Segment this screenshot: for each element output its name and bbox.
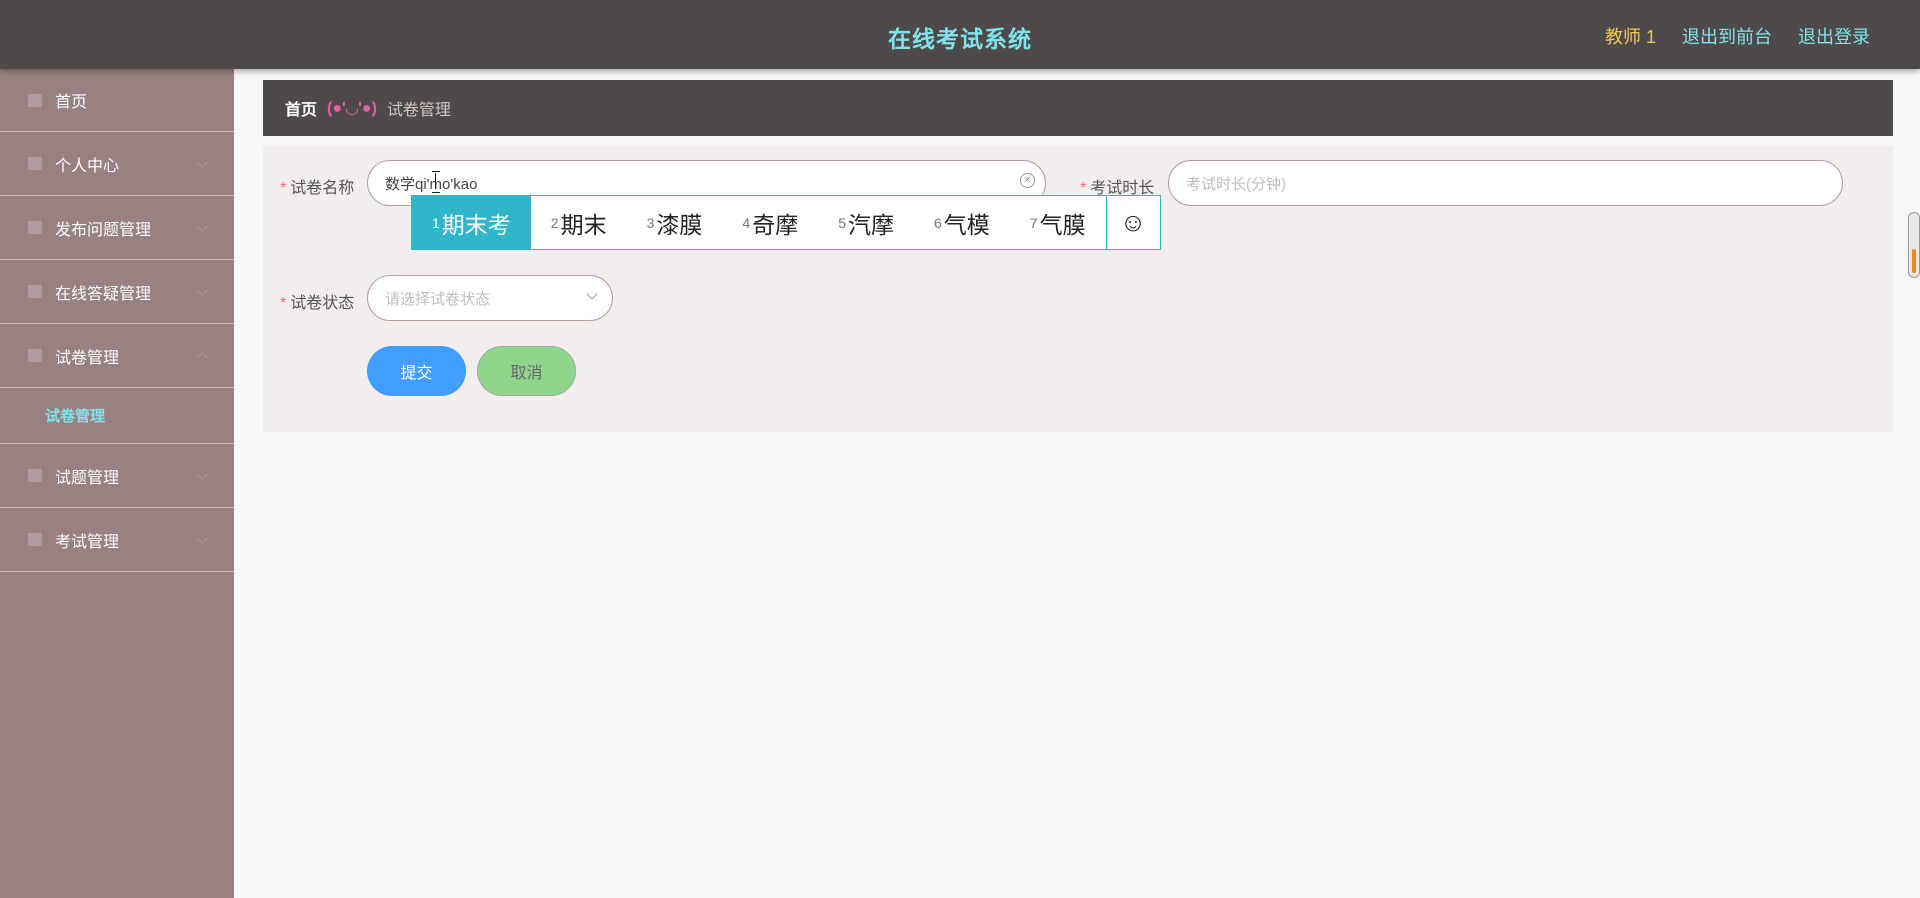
paper-status-label: * 试卷状态 [280, 295, 355, 312]
sidebar-subitem-label[interactable]: 试卷管理 [45, 405, 105, 426]
chevron-down-icon [196, 220, 208, 232]
home-icon [28, 93, 42, 107]
user-icon [28, 157, 42, 170]
scrollbar[interactable] [1908, 212, 1920, 278]
sidebar-item-label: 试题管理 [55, 469, 120, 487]
briefcase-icon [28, 221, 42, 234]
ime-candidate[interactable]: 4 奇摩 [722, 196, 818, 249]
sidebar-item-questions-publish[interactable]: 发布问题管理 [0, 196, 234, 260]
ime-candidate[interactable]: 2 期末 [531, 196, 627, 249]
sidebar-item-profile[interactable]: 个人中心 [0, 132, 234, 196]
back-to-front-link[interactable]: 退出到前台 [1682, 23, 1772, 49]
cancel-button[interactable]: 取消 [477, 346, 576, 396]
sidebar-item-label: 首页 [55, 94, 88, 111]
paper-form: * 试卷名称 数学qi'mo'kao ✕ * 考试时长 考试时长(分钟) * 试卷状态… [263, 146, 1893, 432]
duration-placeholder: 考试时长(分钟) [1186, 175, 1286, 193]
submit-button[interactable]: 提交 [367, 346, 466, 396]
ime-candidate[interactable]: 6 气模 [914, 196, 1010, 249]
chevron-up-icon [196, 352, 208, 364]
chevron-down-icon [196, 532, 208, 544]
exam-icon [28, 533, 42, 546]
duration-input[interactable]: 考试时长(分钟) [1168, 160, 1843, 206]
sidebar-item-exams[interactable]: 考试管理 [0, 508, 234, 572]
sidebar-subitem-papers[interactable]: 试卷管理 [0, 388, 234, 444]
paper-status-placeholder: 请选择试卷状态 [385, 290, 491, 308]
paper-icon [28, 349, 42, 362]
sidebar-item-label: 考试管理 [55, 533, 120, 551]
chevron-down-icon [196, 156, 208, 168]
logout-link[interactable]: 退出登录 [1798, 23, 1870, 49]
current-user: 教师 1 [1604, 27, 1656, 47]
sidebar-item-online-qa[interactable]: 在线答疑管理 [0, 260, 234, 324]
sidebar-item-label: 试卷管理 [55, 349, 120, 367]
sidebar-item-papers[interactable]: 试卷管理 [0, 324, 234, 388]
ime-candidate[interactable]: 3 漆膜 [627, 196, 723, 249]
document-icon [28, 285, 42, 298]
chevron-down-icon [586, 288, 598, 300]
top-header: 在线考试系统 教师 1 退出到前台 退出登录 [0, 0, 1920, 69]
ime-candidate[interactable]: 5 汽摩 [818, 196, 914, 249]
breadcrumb: 首页 (●'◡'●) 试卷管理 [263, 80, 1893, 136]
clear-icon[interactable]: ✕ [1020, 173, 1035, 188]
ime-candidate-bar: 1 期末考 2 期末 3 漆膜 4 奇摩 5 汽摩 6 气模 7 气膜 ☺ [411, 195, 1161, 250]
breadcrumb-current: 试卷管理 [386, 102, 451, 119]
header-actions: 教师 1 退出到前台 退出登录 [1605, 23, 1870, 49]
smiley-icon[interactable]: ☺ [1105, 196, 1160, 249]
sidebar: 首页 个人中心 发布问题管理 在线答疑管理 试卷管理 试卷管理 试题管理 考试管… [0, 69, 234, 898]
ime-candidate[interactable]: 7 气膜 [1010, 196, 1106, 249]
sidebar-item-label: 发布问题管理 [55, 221, 152, 239]
paper-name-label: * 试卷名称 [280, 180, 355, 197]
sidebar-item-label: 个人中心 [55, 157, 120, 175]
list-icon [28, 469, 42, 482]
sidebar-item-home[interactable]: 首页 [0, 69, 234, 132]
paper-status-select[interactable]: 请选择试卷状态 [367, 275, 613, 321]
sidebar-item-label: 在线答疑管理 [55, 285, 152, 303]
chevron-down-icon [196, 284, 208, 296]
ime-candidate[interactable]: 1 期末考 [412, 196, 531, 249]
chevron-down-icon [196, 468, 208, 480]
sidebar-item-test-items[interactable]: 试题管理 [0, 444, 234, 508]
breadcrumb-home[interactable]: 首页 [285, 96, 317, 120]
text-cursor-icon [432, 171, 440, 193]
breadcrumb-separator: (●'◡'●) [327, 100, 377, 117]
scrollbar-thumb[interactable] [1912, 249, 1916, 273]
